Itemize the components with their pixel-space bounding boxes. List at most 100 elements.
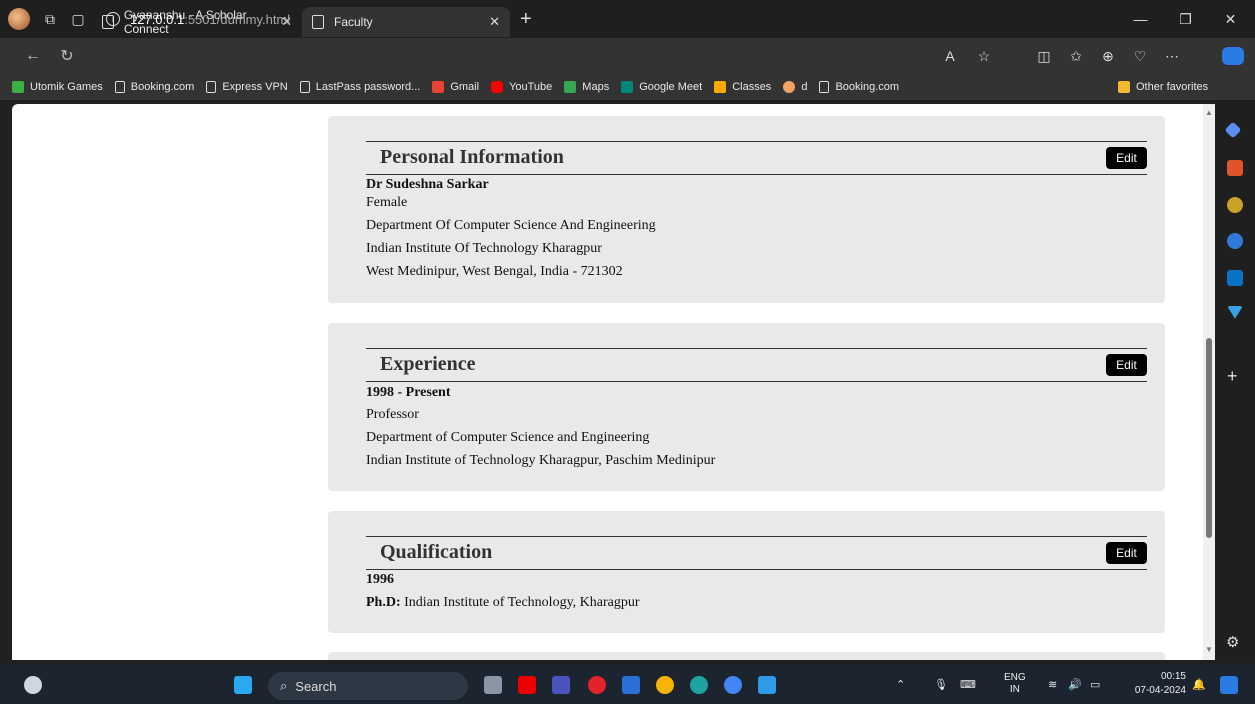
desktop-icon[interactable] [622,676,640,694]
bookmark-meet[interactable]: Google Meet [621,81,702,93]
favorite-star-icon[interactable]: ☆ [970,44,998,68]
bookmark-classes[interactable]: Classes [714,81,771,93]
experience-card: Experience Edit 1998 - Present Professor… [328,323,1165,491]
folder-icon [1118,81,1130,93]
heart-icon[interactable]: ♡ [1126,44,1154,68]
bookmark-label: Utomik Games [30,81,103,93]
qualification-card: Qualification Edit 1996 Ph.D: Indian Ins… [328,511,1165,633]
date: 07-04-2024 [1134,685,1186,696]
edge-icon[interactable] [690,676,708,694]
bookmark-maps[interactable]: Maps [564,81,609,93]
qualification-year: 1996 [366,572,394,587]
youtube-app-icon[interactable] [518,676,536,694]
split-screen-icon[interactable]: ◫ [1030,44,1058,68]
region-code: IN [1009,684,1020,695]
bookmark-lastpass[interactable]: LastPass password... [299,81,421,93]
taskbar-search[interactable]: ⌕ Search [268,672,468,700]
battery-icon[interactable]: ▭ [1090,664,1100,704]
utomik-icon [12,81,24,93]
copilot-icon[interactable] [1222,47,1244,65]
games-icon[interactable] [1227,197,1243,213]
minimize-icon[interactable]: — [1118,0,1163,38]
keyboard-icon[interactable]: ⌨ [960,664,976,704]
copilot-sidebar-icon[interactable] [1227,233,1243,249]
bookmark-utomik[interactable]: Utomik Games [12,81,103,93]
close-window-icon[interactable]: ✕ [1208,0,1253,38]
refresh-icon[interactable]: ↻ [50,41,84,71]
read-aloud-icon[interactable]: A [936,44,964,68]
edit-button[interactable]: Edit [1106,147,1147,169]
card-title: Experience [380,353,476,375]
page-viewport: Personal Information Edit Dr Sudeshna Sa… [12,104,1215,660]
edit-button[interactable]: Edit [1106,542,1147,564]
qualification-institute: Indian Institute of Technology, Kharagpu… [400,595,640,610]
search-sidebar-icon[interactable] [1236,110,1244,118]
edit-button[interactable]: Edit [1106,354,1147,376]
more-icon[interactable]: ⋯ [1158,44,1186,68]
tools-icon[interactable] [1227,160,1243,176]
copilot-taskbar-icon[interactable] [1220,676,1238,694]
favorites-icon[interactable]: ✩ [1062,44,1090,68]
task-view-icon[interactable] [484,676,502,694]
language-code: ENG [1004,672,1026,683]
url-host: 127.0.0.1 [130,11,185,27]
youtube-icon [491,81,504,93]
scroll-down-icon[interactable]: ▼ [1205,645,1213,654]
search-label: Search [295,678,337,694]
scroll-up-icon[interactable]: ▲ [1205,108,1213,117]
search-icon: ⌕ [280,678,288,693]
page-icon [206,81,217,93]
back-icon[interactable]: ← [16,41,50,71]
bookmark-label: YouTube [509,81,553,93]
bookmark-label: LastPass password... [315,81,421,93]
microphone-icon[interactable]: 🎙 [934,664,948,704]
gear-icon[interactable]: ⚙ [1226,633,1239,651]
wifi-icon[interactable]: ≋ [1048,664,1057,704]
outlook-icon[interactable] [1227,270,1243,286]
volume-icon[interactable]: 🔊 [1068,664,1082,704]
teams-icon[interactable] [552,676,570,694]
bookmark-booking-2[interactable]: Booking.com [819,81,899,93]
chrome-icon[interactable] [656,676,674,694]
weather-icon[interactable] [24,676,42,694]
page-icon [114,81,125,93]
time: 00:15 [1160,671,1186,682]
department: Department Of Computer Science And Engin… [366,218,656,233]
opera-icon[interactable] [588,676,606,694]
language-indicator[interactable]: ENG IN [1004,664,1026,704]
vscode-icon[interactable] [758,676,776,694]
scrollbar-thumb[interactable] [1206,338,1212,538]
restore-icon[interactable]: ❐ [1163,0,1208,38]
workspaces-icon[interactable]: ⧉ [36,5,64,33]
add-icon[interactable]: + [1227,366,1238,387]
notification-bell-icon[interactable]: 🔔 [1192,664,1206,704]
other-favorites-label: Other favorites [1136,81,1209,93]
bookmark-d[interactable]: d [783,81,807,93]
start-icon[interactable] [234,676,252,694]
d-icon [783,81,796,93]
personal-info-card: Personal Information Edit Dr Sudeshna Sa… [328,116,1165,303]
next-card [328,652,1165,660]
bookmark-expressvpn[interactable]: Express VPN [206,81,288,93]
bookmark-booking[interactable]: Booking.com [114,81,194,93]
tab-actions-icon[interactable]: ▢ [64,5,92,33]
bookmark-label: Classes [732,81,772,93]
gmail-icon [432,81,445,93]
bookmark-gmail[interactable]: Gmail [432,81,479,93]
address: West Medinipur, West Bengal, India - 721… [366,264,623,279]
profile-avatar[interactable] [8,8,30,30]
card-header: Experience Edit [366,348,1147,382]
meet-icon [621,81,634,93]
info-icon[interactable]: i [106,12,120,26]
bookmark-label: d [801,81,808,93]
chrome-profile-icon[interactable] [724,676,742,694]
card-title: Qualification [380,541,493,563]
maps-icon [564,81,577,93]
other-favorites[interactable]: Other favorites [1118,81,1208,93]
bookmark-youtube[interactable]: YouTube [491,81,552,93]
show-hidden-icons[interactable]: ⌃ [896,664,905,704]
collections-icon[interactable]: ⊕ [1094,44,1122,68]
experience-period: 1998 - Present [366,385,451,400]
clock[interactable]: 00:15 07-04-2024 [1122,670,1186,698]
url-field[interactable]: i 127.0.0.1:5501/dummy.html [106,7,1006,31]
